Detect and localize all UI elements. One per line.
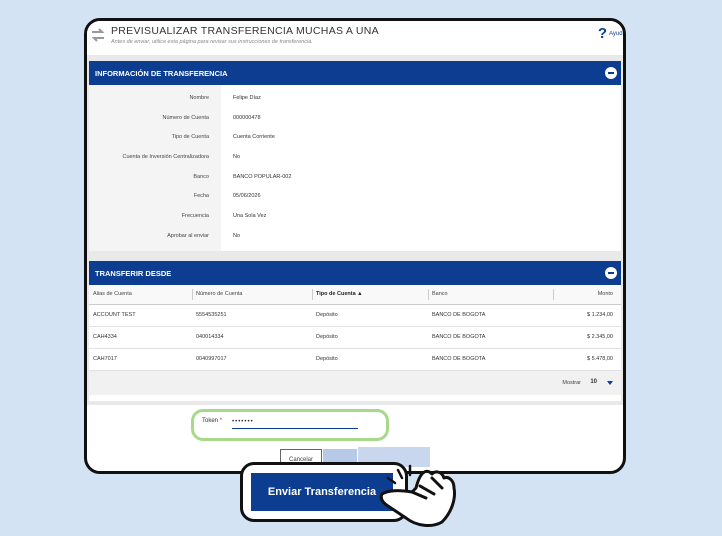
page-size-label: Mostrar (562, 379, 581, 386)
cell-alias: ACCOUNT TEST (89, 304, 192, 327)
info-label: Frecuencia (181, 213, 209, 220)
page-subtitle: Antes de enviar, utilice esta página par… (111, 39, 313, 45)
info-row: Tipo de Cuenta Cuenta Corriente (89, 128, 621, 148)
cell-account-type: Depósito (312, 326, 428, 349)
transfer-info-header[interactable]: INFORMACIÓN DE TRANSFERENCIA (89, 61, 621, 85)
column-header-bank[interactable]: Banco (428, 285, 553, 305)
pagination-bar: Mostrar 10 (89, 370, 621, 395)
cell-account-number: 0040997017 (192, 348, 312, 371)
cell-account-type: Depósito (312, 304, 428, 327)
info-row: Aprobar al enviar No (89, 227, 621, 247)
cell-alias: CAH4334 (89, 326, 192, 349)
info-value: Cuenta Corriente (233, 134, 275, 141)
info-label: Número de Cuenta (162, 114, 209, 121)
info-value: No (233, 232, 241, 239)
collapse-icon[interactable] (605, 267, 617, 279)
pointing-hand-icon (379, 464, 456, 527)
info-label: Fecha (193, 193, 209, 200)
table-row[interactable]: CAH7017 0040997017 Depósito BANCO DE BOG… (89, 348, 621, 371)
column-header-account-type[interactable]: Tipo de Cuenta ▲ (312, 285, 428, 305)
cell-bank: BANCO DE BOGOTA (428, 348, 553, 371)
sort-ascending-icon: ▲ (357, 291, 363, 298)
transfer-from-header[interactable]: TRANSFERIR DESDE (89, 261, 621, 285)
info-row: Nombre Felipe Díaz (89, 89, 621, 109)
accounts-table: Alias de Cuenta Número de Cuenta Tipo de… (89, 285, 621, 371)
page-title: PREVISUALIZAR TRANSFERENCIA MUCHAS A UNA (111, 25, 379, 37)
info-value: No (233, 154, 241, 161)
app-window: PREVISUALIZAR TRANSFERENCIA MUCHAS A UNA… (84, 18, 626, 474)
cell-account-type: Depósito (312, 348, 428, 371)
column-header-amount[interactable]: Monto (553, 285, 621, 305)
cell-alias: CAH7017 (89, 348, 192, 371)
cell-account-number: 040014334 (192, 326, 312, 349)
table-row[interactable]: CAH4334 040014334 Depósito BANCO DE BOGO… (89, 326, 621, 349)
transfer-info-title: INFORMACIÓN DE TRANSFERENCIA (95, 68, 228, 78)
info-label: Tipo de Cuenta (171, 134, 209, 141)
cell-amount: $ 1.234,00 (553, 304, 621, 327)
info-value: Una Sola Vez (233, 213, 267, 220)
column-header-account-number[interactable]: Número de Cuenta (192, 285, 312, 305)
chevron-down-icon[interactable] (607, 380, 613, 385)
info-label: Nombre (189, 95, 209, 101)
token-field-highlight: Token * (191, 409, 389, 441)
info-row: Número de Cuenta 000000478 (89, 109, 621, 129)
table-row[interactable]: ACCOUNT TEST 5554535251 Depósito BANCO D… (89, 304, 621, 327)
column-header-alias[interactable]: Alias de Cuenta (89, 285, 192, 305)
cell-bank: BANCO DE BOGOTA (428, 326, 553, 349)
token-label: Token * (202, 418, 222, 424)
send-transfer-button[interactable]: Enviar Transferencia (251, 473, 393, 511)
transfer-from-panel: TRANSFERIR DESDE Alias de Cuenta Número … (89, 261, 621, 401)
page-size-select[interactable]: 10 (590, 379, 597, 385)
info-value: 05/06/2026 (233, 193, 261, 200)
required-mark: * (219, 418, 223, 424)
token-label-text: Token (202, 418, 219, 424)
info-label: Aprobar al enviar (167, 232, 209, 239)
transfer-arrows-icon (91, 28, 105, 42)
token-input[interactable] (232, 416, 358, 429)
transfer-info-panel: INFORMACIÓN DE TRANSFERENCIA Nombre Feli… (89, 61, 621, 251)
cell-account-number: 5554535251 (192, 304, 312, 327)
help-icon: ? (597, 25, 607, 42)
collapse-icon[interactable] (605, 67, 617, 79)
help-link[interactable]: ? Ayuda (598, 25, 623, 42)
info-label: Banco (193, 173, 209, 180)
help-label: Ayuda (609, 30, 623, 37)
table-header-row: Alias de Cuenta Número de Cuenta Tipo de… (89, 285, 621, 305)
info-value: 000000478 (233, 114, 261, 121)
info-value: Felipe Díaz (233, 95, 261, 101)
transfer-info-body: Nombre Felipe Díaz Número de Cuenta 0000… (89, 85, 621, 251)
info-row: Cuenta de Inversión Centralizadora No (89, 148, 621, 168)
info-label: Cuenta de Inversión Centralizadora (122, 154, 209, 161)
cell-bank: BANCO DE BOGOTA (428, 304, 553, 327)
column-header-label: Tipo de Cuenta (316, 291, 356, 298)
cell-amount: $ 2.345,00 (553, 326, 621, 349)
cell-amount: $ 5.478,00 (553, 348, 621, 371)
info-row: Frecuencia Una Sola Vez (89, 207, 621, 227)
info-row: Fecha 05/06/2026 (89, 187, 621, 207)
info-value: BANCO POPULAR-002 (233, 173, 292, 180)
transfer-from-title: TRANSFERIR DESDE (95, 268, 172, 278)
info-row: Banco BANCO POPULAR-002 (89, 168, 621, 188)
page-header: PREVISUALIZAR TRANSFERENCIA MUCHAS A UNA… (87, 21, 623, 55)
